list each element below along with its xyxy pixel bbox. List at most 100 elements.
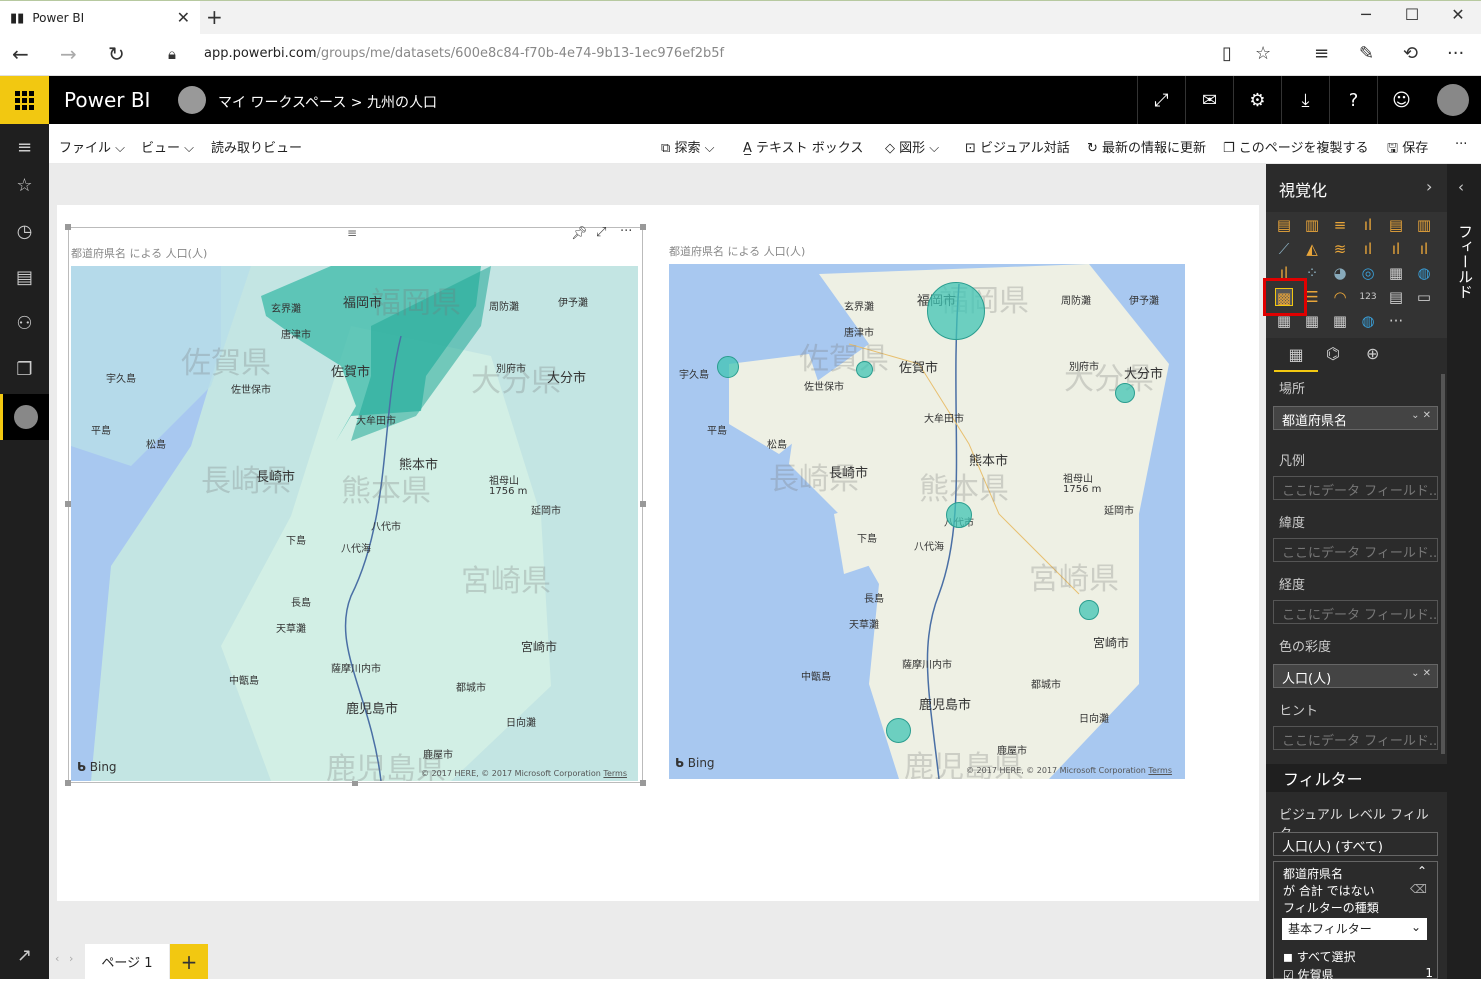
legend-well[interactable]: ここにデータ フィールド...: [1273, 476, 1438, 500]
select-all-row[interactable]: ◼︎ すべて選択: [1283, 948, 1355, 965]
close-window-icon[interactable]: ✕: [1435, 5, 1481, 24]
bubble-oita[interactable]: [1115, 383, 1135, 403]
terms-link[interactable]: Terms: [603, 769, 627, 778]
refresh-button[interactable]: ↻ 最新の情報に更新: [1087, 137, 1206, 156]
bubble-saga[interactable]: [856, 361, 873, 378]
100-column-icon[interactable]: ▥: [1415, 216, 1433, 234]
settings-gear-icon[interactable]: ⚙: [1233, 76, 1281, 124]
location-well[interactable]: 都道府県名 ⌄ ✕: [1273, 406, 1438, 430]
pane-scrollbar[interactable]: [1441, 374, 1445, 754]
map-globe-icon[interactable]: ◍: [1415, 264, 1433, 282]
refresh-icon[interactable]: ↻: [108, 42, 125, 66]
remove-field-icon[interactable]: ⌄ ✕: [1411, 668, 1431, 679]
collapse-viz-icon[interactable]: ›: [1426, 177, 1432, 196]
page-next-icon[interactable]: ›: [69, 952, 73, 965]
line-stacked-column-icon[interactable]: ıl: [1387, 240, 1405, 258]
filter-card-prefecture[interactable]: 都道府県名 ⌃ が 合計 ではない ⌫ フィルターの種類 基本フィルター ⌄ ◼︎…: [1273, 861, 1438, 982]
more-options-button[interactable]: ···: [1455, 137, 1467, 152]
new-tab-button[interactable]: +: [206, 5, 223, 29]
maximize-icon[interactable]: ☐: [1389, 5, 1435, 24]
page-prev-icon[interactable]: ‹: [55, 952, 59, 965]
line-chart-icon[interactable]: ⟋: [1275, 240, 1293, 258]
more-visuals-icon[interactable]: ···: [1387, 312, 1405, 330]
shapes-menu[interactable]: ◇ 図形 ⌵: [885, 137, 939, 156]
arcgis-globe-icon[interactable]: ◍: [1359, 312, 1377, 330]
url-field[interactable]: app.powerbi.com/groups/me/datasets/600e8…: [204, 46, 724, 61]
expand-fields-icon[interactable]: ‹: [1458, 178, 1464, 196]
fields-pane-collapsed[interactable]: ‹ フィールド: [1447, 164, 1481, 979]
card-icon[interactable]: 123: [1359, 288, 1377, 306]
bubble-map[interactable]: 福岡県 佐賀県 長崎県 熊本県 宮崎県 鹿児島県 大分県 福岡市 玄界灘 佐賀市…: [669, 264, 1185, 779]
focus-mode-icon[interactable]: ⤢: [596, 225, 606, 240]
bubble-kumamoto[interactable]: [946, 502, 972, 528]
collapse-filter-icon[interactable]: ⌃: [1417, 864, 1427, 878]
my-workspace-icon[interactable]: [0, 394, 49, 440]
filter-type-select[interactable]: 基本フィルター ⌄: [1282, 918, 1427, 940]
clustered-bar-icon[interactable]: ≡: [1331, 216, 1349, 234]
100-bar-icon[interactable]: ▤: [1387, 216, 1405, 234]
textbox-button[interactable]: A̲ テキスト ボックス: [743, 137, 863, 156]
reading-view-button[interactable]: 読み取りビュー: [211, 137, 302, 156]
breadcrumb[interactable]: マイ ワークスペース > 九州の人口: [218, 92, 437, 112]
matrix-icon[interactable]: ▦: [1331, 312, 1349, 330]
favorites-star-icon[interactable]: ☆: [0, 162, 49, 208]
minimize-icon[interactable]: ─: [1343, 5, 1389, 24]
bubble-nagasaki-island[interactable]: [717, 356, 739, 378]
expand-arrow-icon[interactable]: ↗: [0, 932, 49, 978]
web-note-icon[interactable]: ✎: [1359, 43, 1374, 64]
download-icon[interactable]: ⤓: [1281, 76, 1329, 124]
file-menu[interactable]: ファイル ⌵: [59, 137, 125, 156]
stacked-area-icon[interactable]: ≋: [1331, 240, 1349, 258]
back-arrow-icon[interactable]: ←: [12, 42, 29, 66]
eraser-icon[interactable]: ⌫: [1410, 882, 1427, 896]
share-icon[interactable]: ⟲: [1403, 43, 1418, 64]
pin-icon[interactable]: 📌︎: [571, 226, 588, 241]
recent-clock-icon[interactable]: ◷: [0, 208, 49, 254]
ribbon-chart-icon[interactable]: ıl: [1415, 240, 1433, 258]
clustered-column-icon[interactable]: ıl: [1359, 216, 1377, 234]
terms-link[interactable]: Terms: [1148, 766, 1172, 775]
longitude-well[interactable]: ここにデータ フィールド...: [1273, 600, 1438, 624]
bubble-fukuoka[interactable]: [927, 282, 985, 340]
donut-icon[interactable]: ◎: [1359, 264, 1377, 282]
line-column-icon[interactable]: ıl: [1359, 240, 1377, 258]
treemap-icon[interactable]: ▦: [1387, 264, 1405, 282]
multi-row-card-icon[interactable]: ▤: [1387, 288, 1405, 306]
feedback-smiley-icon[interactable]: ☺: [1377, 76, 1425, 124]
user-avatar[interactable]: [1437, 84, 1469, 116]
color-saturation-well[interactable]: 人口(人) ⌄ ✕: [1273, 664, 1438, 688]
comment-icon[interactable]: ✉: [1185, 76, 1233, 124]
forward-arrow-icon[interactable]: →: [60, 42, 77, 66]
resize-handle[interactable]: [65, 224, 71, 230]
latitude-well[interactable]: ここにデータ フィールド...: [1273, 538, 1438, 562]
filter-card-population[interactable]: 人口(人) (すべて): [1273, 832, 1438, 856]
apps-icon[interactable]: ▤: [0, 254, 49, 300]
resize-handle[interactable]: [640, 780, 646, 786]
save-button[interactable]: 🖫︎ 保存: [1387, 137, 1428, 161]
visual-qa-button[interactable]: ⊡ ビジュアル対話: [965, 137, 1070, 156]
tooltip-well[interactable]: ここにデータ フィールド...: [1273, 726, 1438, 750]
fullscreen-icon[interactable]: ⤢: [1137, 76, 1185, 124]
resize-handle[interactable]: [640, 501, 646, 507]
more-menu-icon[interactable]: ···: [1447, 43, 1464, 64]
gauge-icon[interactable]: ◠: [1331, 288, 1349, 306]
filled-map[interactable]: 福岡県 佐賀県 長崎県 熊本県 宮崎県 鹿児島県 大分県 福岡市 玄界灘 佐賀市…: [71, 266, 638, 781]
explore-menu[interactable]: ⧉ 探索 ⌵: [661, 137, 714, 156]
filter-item-row[interactable]: ☑ 佐賀県 1: [1283, 966, 1433, 983]
stacked-bar-icon[interactable]: ▤: [1275, 216, 1293, 234]
close-tab-icon[interactable]: ✕: [177, 8, 190, 27]
visual-more-icon[interactable]: ···: [620, 224, 632, 239]
remove-field-icon[interactable]: ⌄ ✕: [1411, 410, 1431, 421]
shared-icon[interactable]: ⚇: [0, 300, 49, 346]
fields-tab-icon[interactable]: ▦: [1274, 340, 1318, 372]
page-tab-1[interactable]: ページ 1: [85, 944, 169, 979]
kpi-icon[interactable]: ▭: [1415, 288, 1433, 306]
format-paint-roller-icon[interactable]: ⌬: [1326, 344, 1340, 363]
add-page-button[interactable]: +: [170, 944, 208, 979]
drag-grip-icon[interactable]: ≡: [347, 226, 357, 240]
reading-view-icon[interactable]: ▯: [1222, 43, 1232, 64]
workspaces-icon[interactable]: ❐: [0, 346, 49, 392]
help-icon[interactable]: ?: [1329, 76, 1377, 124]
resize-handle[interactable]: [640, 224, 646, 230]
favorite-star-icon[interactable]: ☆: [1255, 43, 1271, 64]
